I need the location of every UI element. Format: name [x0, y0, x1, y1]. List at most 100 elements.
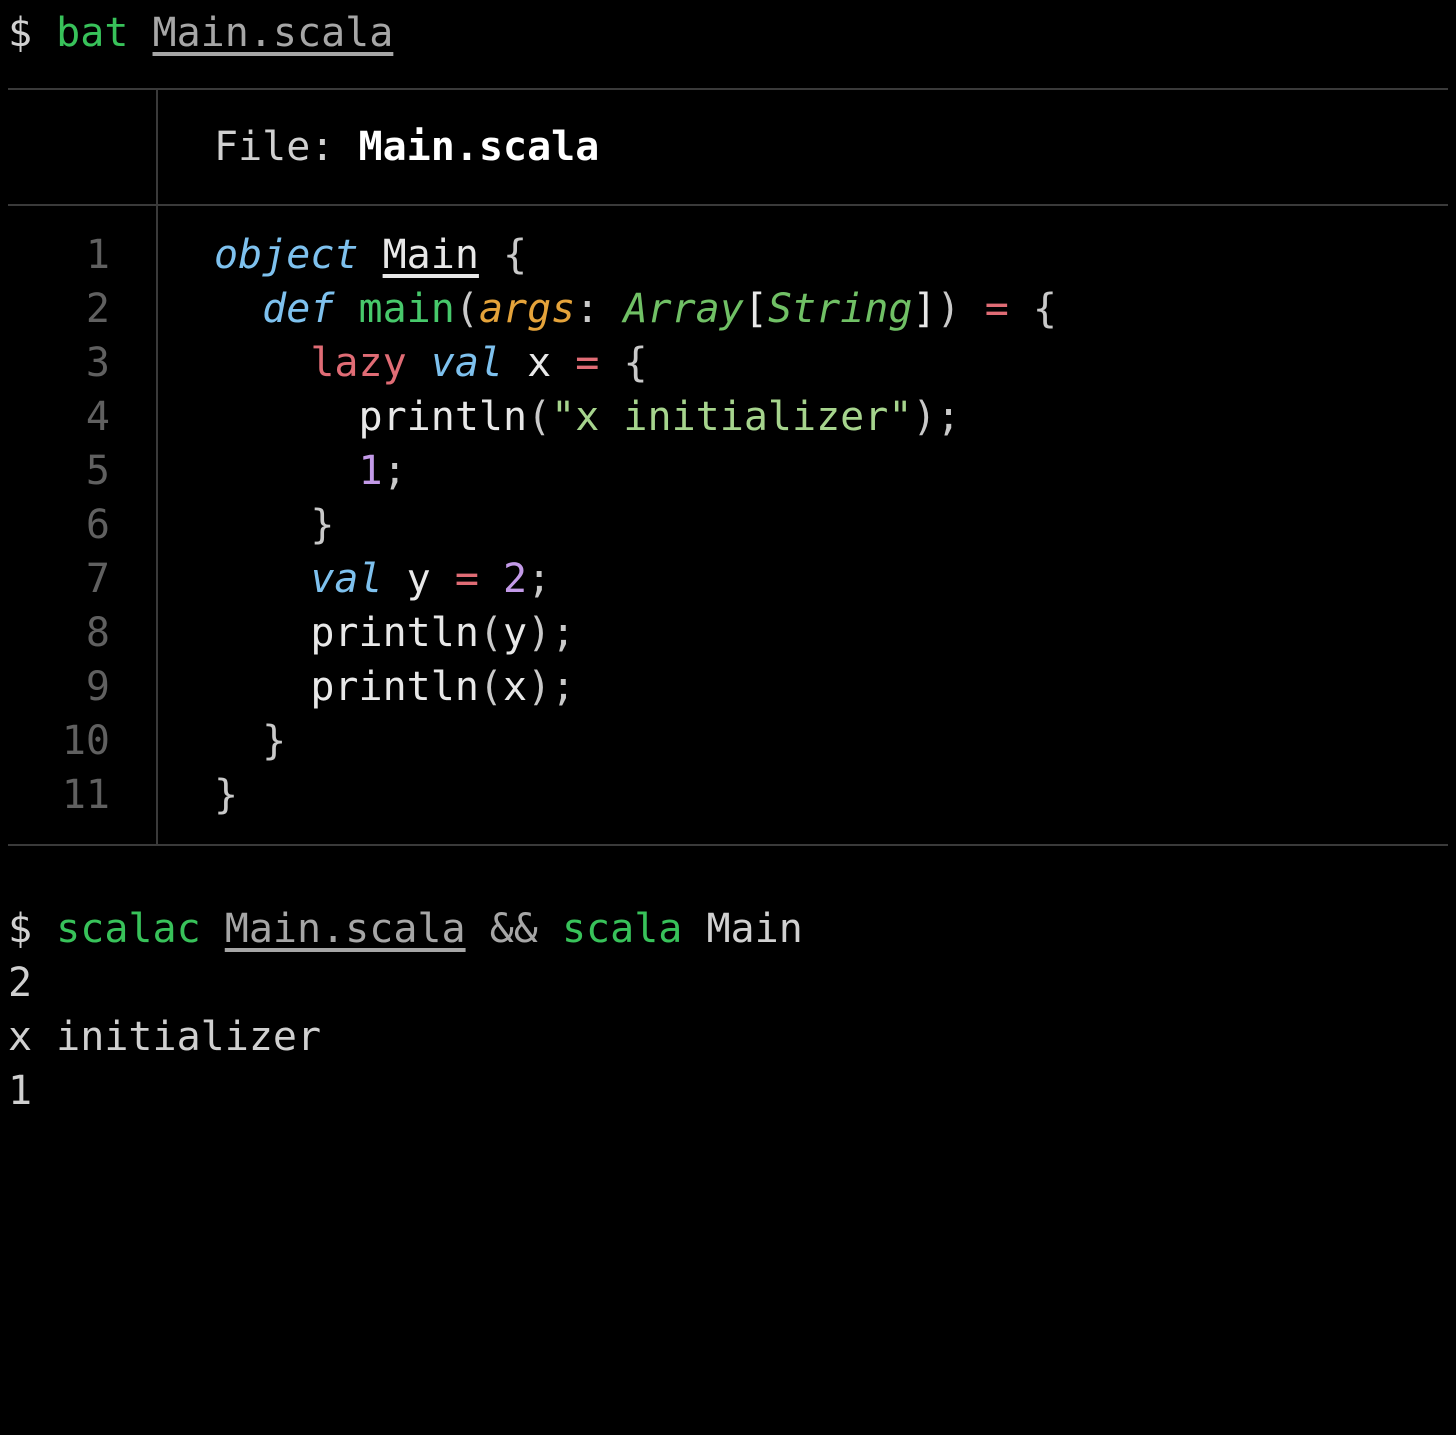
brace-close: }: [262, 718, 286, 764]
bat-header-gutter: [8, 90, 158, 204]
number-literal: 2: [503, 556, 527, 602]
line-number: 5: [8, 444, 156, 498]
code-line: println("x initializer");: [214, 390, 1448, 444]
number-literal: 1: [359, 448, 383, 494]
paren-open: (: [479, 610, 503, 656]
ident-y: y: [407, 556, 431, 602]
colon: :: [575, 286, 623, 332]
param-args: args: [479, 286, 575, 332]
line-number: 1: [8, 228, 156, 282]
fn-println: println: [310, 610, 479, 656]
space: [682, 906, 706, 952]
bracket-close: ]: [912, 286, 936, 332]
space: [201, 906, 225, 952]
space: [538, 906, 562, 952]
cmd1-exe: bat: [56, 10, 128, 56]
cmd2-exe2: scala: [562, 906, 682, 952]
line-number: 2: [8, 282, 156, 336]
indent: [214, 556, 310, 602]
fn-println: println: [359, 394, 528, 440]
brace-open: {: [503, 232, 527, 278]
space: [359, 232, 383, 278]
stdout-line: x initializer: [8, 1010, 1448, 1064]
space: [334, 286, 358, 332]
line-number: 10: [8, 714, 156, 768]
indent: [214, 610, 310, 656]
brace-open: {: [623, 340, 647, 386]
stdout-line: 1: [8, 1064, 1448, 1118]
stdout-line: 2: [8, 956, 1448, 1010]
code-line: 1;: [214, 444, 1448, 498]
kw-def: def: [262, 286, 334, 332]
equals: =: [961, 286, 1033, 332]
brace-open: {: [1033, 286, 1057, 332]
command-line-1[interactable]: $ bat Main.scala: [8, 6, 1448, 60]
paren-open: (: [479, 664, 503, 710]
prompt-symbol: $: [8, 906, 56, 952]
bracket-open: [: [744, 286, 768, 332]
paren-close: ): [527, 610, 551, 656]
cmd2-arg1: Main.scala: [225, 906, 466, 952]
command-2-block: $ scalac Main.scala && scala Main 2 x in…: [8, 902, 1448, 1118]
type-array: Array: [623, 286, 743, 332]
indent: [214, 718, 262, 764]
bat-output-box: File: Main.scala 1 2 3 4 5 6 7 8 9 10 11…: [8, 88, 1448, 846]
semicolon: ;: [551, 664, 575, 710]
code-pane[interactable]: object Main { def main(args: Array[Strin…: [158, 206, 1448, 844]
line-number: 11: [8, 768, 156, 822]
brace-close: }: [214, 772, 238, 818]
equals: =: [431, 556, 503, 602]
space: [383, 556, 407, 602]
space: [466, 906, 490, 952]
kw-lazy: lazy: [310, 340, 406, 386]
bat-header-content: File: Main.scala: [158, 90, 1448, 204]
ident-x: x: [527, 340, 551, 386]
line-number: 6: [8, 498, 156, 552]
type-string: String: [768, 286, 913, 332]
indent: [214, 664, 310, 710]
indent: [214, 502, 310, 548]
paren-open: (: [455, 286, 479, 332]
ident-y: y: [503, 610, 527, 656]
line-number: 8: [8, 606, 156, 660]
paren-close: ): [937, 286, 961, 332]
space: [503, 340, 527, 386]
code-line: }: [214, 714, 1448, 768]
paren-close: ): [527, 664, 551, 710]
line-number: 3: [8, 336, 156, 390]
semicolon: ;: [937, 394, 961, 440]
indent: [214, 286, 262, 332]
cmd2-op: &&: [490, 906, 538, 952]
command-line-2[interactable]: $ scalac Main.scala && scala Main: [8, 902, 1448, 956]
code-line: def main(args: Array[String]) = {: [214, 282, 1448, 336]
fn-main: main: [359, 286, 455, 332]
terminal: $ bat Main.scala File: Main.scala 1 2 3 …: [0, 0, 1456, 1128]
brace-close: }: [310, 502, 334, 548]
semicolon: ;: [527, 556, 551, 602]
kw-object: object: [214, 232, 359, 278]
paren-close: ): [912, 394, 936, 440]
code-line: lazy val x = {: [214, 336, 1448, 390]
code-line: println(x);: [214, 660, 1448, 714]
line-number-gutter: 1 2 3 4 5 6 7 8 9 10 11: [8, 206, 158, 844]
space: [128, 10, 152, 56]
file-label: File:: [214, 124, 359, 170]
semicolon: ;: [551, 610, 575, 656]
indent: [214, 394, 359, 440]
line-number: 4: [8, 390, 156, 444]
cmd2-arg2: Main: [706, 906, 802, 952]
line-number: 9: [8, 660, 156, 714]
kw-val: val: [431, 340, 503, 386]
string-literal: "x initializer": [551, 394, 912, 440]
code-line: val y = 2;: [214, 552, 1448, 606]
cmd1-arg: Main.scala: [153, 10, 394, 56]
paren-open: (: [527, 394, 551, 440]
space: [479, 232, 503, 278]
ident-main: Main: [383, 232, 479, 278]
code-line: object Main {: [214, 228, 1448, 282]
fn-println: println: [310, 664, 479, 710]
code-line: println(y);: [214, 606, 1448, 660]
line-number: 7: [8, 552, 156, 606]
semicolon: ;: [383, 448, 407, 494]
bat-header-row: File: Main.scala: [8, 90, 1448, 206]
